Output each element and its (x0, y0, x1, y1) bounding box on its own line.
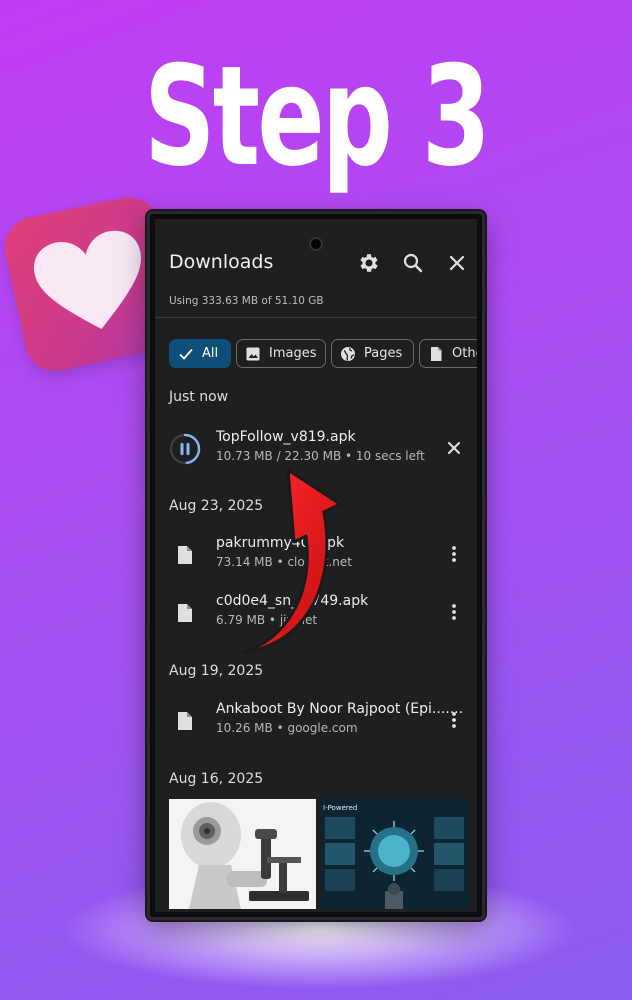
gear-icon[interactable] (357, 251, 381, 275)
robot-microscope-image (169, 799, 316, 909)
image-icon (246, 347, 260, 360)
file-icon (169, 597, 201, 629)
cancel-download-button[interactable] (443, 437, 465, 459)
divider (155, 317, 477, 318)
filter-chips: All Images Pages Othe (169, 339, 477, 369)
file-icon (169, 705, 201, 737)
more-vert-icon (452, 712, 456, 728)
pause-icon[interactable] (169, 433, 201, 465)
more-options-button[interactable] (443, 601, 465, 623)
file-name[interactable]: Ankaboot By Noor Rajpoot (Epi....... (216, 701, 463, 717)
svg-text:I-Powered: I-Powered (323, 804, 357, 812)
close-icon[interactable] (445, 251, 469, 275)
chip-all[interactable]: All (169, 339, 231, 368)
section-header: Aug 16, 2025 (169, 771, 264, 787)
thumbnail-dashboard-image[interactable]: I-Powered (321, 799, 468, 909)
thumbnail-robot-image[interactable] (169, 799, 316, 909)
chip-pages[interactable]: Pages (331, 339, 414, 368)
file-meta: 10.26 MB • google.com (216, 721, 358, 735)
document-icon (431, 346, 442, 361)
chip-label: All (202, 346, 219, 361)
file-icon (169, 539, 201, 571)
chip-label: Othe (452, 346, 477, 361)
check-icon (179, 348, 193, 360)
chip-label: Pages (364, 346, 403, 361)
more-vert-icon (452, 546, 456, 562)
download-progress[interactable] (169, 433, 201, 465)
step-title: Step 3 (143, 36, 491, 197)
chip-images[interactable]: Images (236, 339, 326, 368)
more-vert-icon (452, 604, 456, 620)
image-thumbnails: I-Powered (169, 799, 469, 909)
app-bar: Downloads (169, 249, 465, 279)
storage-usage: Using 333.63 MB of 51.10 GB (169, 295, 324, 307)
page-title: Downloads (169, 251, 274, 273)
section-header: Just now (169, 389, 229, 405)
list-item[interactable]: Ankaboot By Noor Rajpoot (Epi....... 10.… (169, 701, 469, 745)
more-options-button[interactable] (443, 709, 465, 731)
virus-dashboard-image: I-Powered (321, 799, 468, 909)
search-icon[interactable] (401, 251, 425, 275)
chip-other[interactable]: Othe (419, 339, 477, 368)
more-options-button[interactable] (443, 543, 465, 565)
chip-label: Images (269, 346, 317, 361)
file-name[interactable]: TopFollow_v819.apk (216, 429, 356, 445)
globe-icon (341, 346, 355, 361)
red-arrow-icon (242, 468, 342, 654)
heart-icon (33, 230, 141, 329)
close-icon (448, 442, 460, 454)
